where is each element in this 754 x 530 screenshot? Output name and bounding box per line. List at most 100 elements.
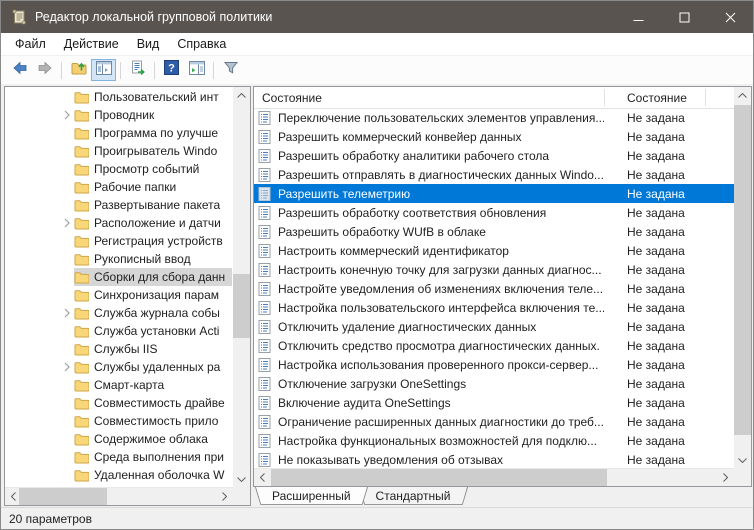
tree-vertical-scrollbar[interactable]	[233, 87, 250, 488]
row-state: Не задана	[627, 377, 685, 391]
tree-item[interactable]: Расположение и датчи	[6, 214, 232, 232]
scroll-right-button[interactable]	[216, 488, 233, 505]
tree-item[interactable]: Совместимость прило	[6, 412, 232, 430]
list-row[interactable]: Настройка функциональных возможностей дл…	[254, 431, 734, 450]
tree-item-label: Среда выполнения при	[94, 450, 232, 464]
tree-item[interactable]: Смарт-карта	[6, 376, 232, 394]
action-pane-icon	[189, 61, 205, 80]
row-state: Не задана	[627, 434, 685, 448]
tree-item[interactable]: Среда выполнения при	[6, 448, 232, 466]
list-row[interactable]: Разрешить обработку WUfB в облакеНе зада…	[254, 222, 734, 241]
list-horizontal-scrollbar[interactable]	[254, 468, 734, 486]
tree-item[interactable]: Проводник	[6, 106, 232, 124]
list-row[interactable]: Переключение пользовательских элементов …	[254, 108, 734, 127]
row-name: Ограничение расширенных данных диагности…	[278, 415, 604, 429]
forward-button[interactable]	[32, 59, 57, 81]
tree-item[interactable]: Совместимость драйве	[6, 394, 232, 412]
menu-help[interactable]: Справка	[168, 33, 235, 55]
tree-item[interactable]: Службы IIS	[6, 340, 232, 358]
folder-icon	[74, 343, 89, 356]
tree-item[interactable]: Синхронизация парам	[6, 286, 232, 304]
list-row[interactable]: Отключить удаление диагностических данны…	[254, 317, 734, 336]
scroll-up-button[interactable]	[233, 87, 250, 104]
tree-item[interactable]: Служба установки Acti	[6, 322, 232, 340]
list-vertical-scrollbar[interactable]	[734, 87, 751, 469]
scroll-thumb[interactable]	[233, 274, 250, 338]
tab-standard[interactable]: Стандартный	[359, 487, 468, 507]
tree-item-label: Содержимое облака	[94, 432, 232, 446]
show-console-tree-button[interactable]	[91, 59, 116, 81]
gpedit-scroll-icon	[11, 9, 27, 25]
expander-icon[interactable]	[60, 308, 74, 318]
list-row[interactable]: Отключить средство просмотра диагностиче…	[254, 336, 734, 355]
scroll-down-button[interactable]	[734, 452, 751, 469]
row-state: Не задана	[627, 339, 685, 353]
list-row[interactable]: Настройка использования проверенного про…	[254, 355, 734, 374]
toolbar-separator	[213, 62, 214, 79]
list-row[interactable]: Отключение загрузки OneSettingsНе задана	[254, 374, 734, 393]
menu-action[interactable]: Действие	[55, 33, 128, 55]
export-list-button[interactable]	[125, 59, 150, 81]
policy-icon	[258, 206, 271, 220]
column-divider[interactable]	[705, 89, 706, 106]
column-header-state[interactable]: Состояние	[627, 87, 687, 108]
list-row[interactable]: Настроить коммерческий идентификаторНе з…	[254, 241, 734, 260]
tree-item[interactable]: Регистрация устройств	[6, 232, 232, 250]
window-title: Редактор локальной групповой политики	[35, 10, 272, 24]
scroll-thumb[interactable]	[271, 469, 607, 486]
close-button[interactable]	[707, 1, 753, 33]
tree-item[interactable]: Пользовательский инт	[6, 88, 232, 106]
tree-item[interactable]: Проигрыватель Windo	[6, 142, 232, 160]
scroll-left-button[interactable]	[254, 469, 271, 486]
up-one-level-button[interactable]	[66, 59, 91, 81]
tree-item-label: Служба установки Acti	[94, 324, 232, 338]
list-row[interactable]: Настройка пользовательского интерфейса в…	[254, 298, 734, 317]
list-row[interactable]: Разрешить обработку соответствия обновле…	[254, 203, 734, 222]
tree-item[interactable]: Содержимое облака	[6, 430, 232, 448]
list-row[interactable]: Не показывать уведомления об отзывахНе з…	[254, 450, 734, 469]
tree-item[interactable]: Удаленная оболочка W	[6, 466, 232, 484]
list-row[interactable]: Разрешить коммерческий конвейер данныхНе…	[254, 127, 734, 146]
expander-icon[interactable]	[60, 110, 74, 120]
help-button[interactable]: ?	[159, 59, 184, 81]
tree-item[interactable]: Рукописный ввод	[6, 250, 232, 268]
scroll-thumb[interactable]	[734, 105, 751, 435]
tree-item[interactable]: Службы удаленных ра	[6, 358, 232, 376]
policy-icon	[258, 339, 271, 353]
tree-horizontal-scrollbar[interactable]	[5, 487, 233, 505]
column-divider[interactable]	[604, 89, 605, 106]
list-row[interactable]: Включение аудита OneSettingsНе задана	[254, 393, 734, 412]
menu-file[interactable]: Файл	[6, 33, 55, 55]
row-state: Не задана	[627, 187, 685, 201]
scroll-right-button[interactable]	[717, 469, 734, 486]
expander-icon[interactable]	[60, 362, 74, 372]
menubar: Файл Действие Вид Справка	[1, 33, 753, 56]
tab-extended[interactable]: Расширенный	[255, 487, 368, 507]
expander-icon[interactable]	[60, 218, 74, 228]
column-header-setting[interactable]: Состояние	[262, 87, 322, 108]
tree-item-selected[interactable]: Сборки для сбора данн	[6, 268, 232, 286]
filter-button[interactable]	[218, 59, 243, 81]
list-row[interactable]: Ограничение расширенных данных диагности…	[254, 412, 734, 431]
list-row[interactable]: Настройте уведомления об изменениях вклю…	[254, 279, 734, 298]
scroll-down-button[interactable]	[233, 471, 250, 488]
tree-item[interactable]: Программа по улучше	[6, 124, 232, 142]
tree-item[interactable]: Рабочие папки	[6, 178, 232, 196]
maximize-button[interactable]	[661, 1, 707, 33]
show-action-pane-button[interactable]	[184, 59, 209, 81]
folder-up-icon	[71, 60, 87, 81]
tree-item-label: Службы удаленных ра	[94, 360, 232, 374]
menu-view[interactable]: Вид	[128, 33, 169, 55]
minimize-button[interactable]	[615, 1, 661, 33]
list-row[interactable]: Разрешить отправлять в диагностических д…	[254, 165, 734, 184]
tree-item[interactable]: Просмотр событий	[6, 160, 232, 178]
scroll-up-button[interactable]	[734, 87, 751, 104]
list-row-selected[interactable]: Разрешить телеметриюНе задана	[254, 184, 734, 203]
back-button[interactable]	[7, 59, 32, 81]
tree-item[interactable]: Развертывание пакета	[6, 196, 232, 214]
tree-rows: Пользовательский инт Проводник Программа…	[6, 88, 232, 487]
scroll-thumb[interactable]	[19, 488, 107, 505]
tree-item[interactable]: Служба журнала собы	[6, 304, 232, 322]
list-row[interactable]: Настроить конечную точку для загрузки да…	[254, 260, 734, 279]
list-row[interactable]: Разрешить обработку аналитики рабочего с…	[254, 146, 734, 165]
